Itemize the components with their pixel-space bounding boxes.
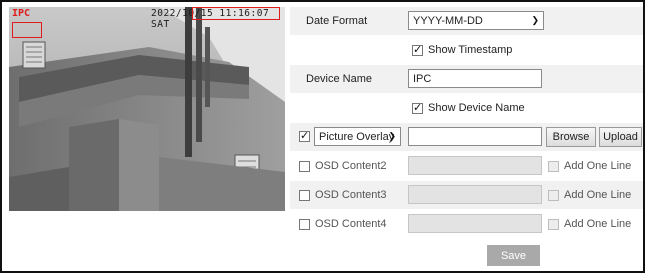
date-format-label: Date Format [306,15,368,27]
osd-content2-row: OSD Content2 Add One Line [290,152,643,180]
date-format-select[interactable]: YYYY-MM-DD ❯ [408,11,544,30]
osd-content3-label: OSD Content3 [315,189,387,201]
camera-preview: IPC 2022/10/15 11:16:07 SAT [9,7,285,211]
upload-button[interactable]: Upload [599,127,642,147]
device-name-input[interactable]: IPC [408,69,542,88]
show-timestamp-row: Show Timestamp [290,36,643,64]
picture-overlay-row: Picture Overlay ❯ Browse Upload [290,123,643,151]
show-timestamp-label: Show Timestamp [428,44,513,56]
osd-content3-checkbox[interactable] [299,189,310,201]
show-timestamp-option[interactable]: Show Timestamp [412,43,513,56]
device-name-value: IPC [413,72,432,85]
show-timestamp-checkbox[interactable] [412,43,423,56]
browse-button[interactable]: Browse [546,127,596,147]
camera-scene-image [9,7,285,211]
osd-content3-add-line-checkbox[interactable] [548,189,559,201]
osd-content4-add-line-option[interactable]: Add One Line [548,218,631,230]
osd-content4-option[interactable]: OSD Content4 [299,218,387,230]
osd-content2-input[interactable] [408,156,542,175]
osd-content3-option[interactable]: OSD Content3 [299,189,387,201]
date-format-row: Date Format YYYY-MM-DD ❯ [290,7,643,35]
device-name-row: Device Name IPC [290,65,643,93]
osd-content2-option[interactable]: OSD Content2 [299,160,387,172]
osd-content3-input[interactable] [408,185,542,204]
show-device-name-option[interactable]: Show Device Name [412,101,525,114]
osd-content4-input[interactable] [408,214,542,233]
osd-content2-add-line-label: Add One Line [564,160,632,172]
osd-device-name-text: IPC [12,8,31,19]
osd-device-name-region[interactable] [12,22,42,38]
osd-content4-row: OSD Content4 Add One Line [290,210,643,238]
osd-content3-row: OSD Content3 Add One Line [290,181,643,209]
overlay-type-value: Picture Overlay [319,130,395,143]
osd-content4-add-line-label: Add One Line [564,218,632,230]
chevron-down-icon: ❯ [531,15,539,25]
chevron-down-icon: ❯ [388,131,396,141]
date-format-value: YYYY-MM-DD [413,14,483,27]
show-device-name-checkbox[interactable] [412,101,423,114]
osd-content4-add-line-checkbox[interactable] [548,218,559,230]
show-device-name-row: Show Device Name [290,94,643,122]
osd-content2-add-line-option[interactable]: Add One Line [548,160,631,172]
overlay-type-select[interactable]: Picture Overlay ❯ [314,127,401,146]
device-name-label: Device Name [306,73,373,85]
save-button[interactable]: Save [487,245,540,266]
overlay-checkbox[interactable] [299,129,310,142]
osd-content2-add-line-checkbox[interactable] [548,160,559,172]
osd-content2-checkbox[interactable] [299,160,310,172]
osd-content4-checkbox[interactable] [299,218,310,230]
osd-timestamp-region[interactable] [192,7,280,20]
overlay-file-path-input[interactable] [408,127,542,146]
osd-content3-add-line-option[interactable]: Add One Line [548,189,631,201]
osd-content4-label: OSD Content4 [315,218,387,230]
show-device-name-label: Show Device Name [428,102,525,114]
osd-settings-panel: IPC 2022/10/15 11:16:07 SAT Date Format … [0,0,645,273]
osd-content2-label: OSD Content2 [315,160,387,172]
osd-content3-add-line-label: Add One Line [564,189,632,201]
